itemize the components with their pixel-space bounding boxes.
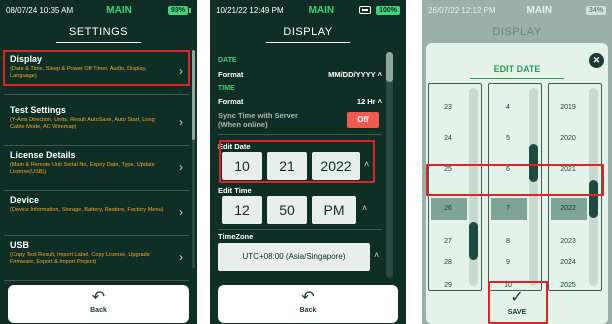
back-button[interactable]: ↶ Back (8, 285, 189, 323)
picker-value: 24 (444, 135, 452, 142)
date-format-row[interactable]: Format MM/DD/YYYY ˄ (218, 70, 382, 79)
status-mode: MAIN (308, 4, 335, 16)
divider (218, 134, 382, 135)
status-bar: 10/21/22 12:49 PM MAIN 100% (210, 0, 406, 20)
chevron-right-icon: › (179, 250, 183, 264)
chevron-up-icon[interactable]: ˄ (374, 250, 379, 260)
picker-value: 4 (506, 104, 510, 111)
chevron-right-icon: › (179, 115, 183, 129)
chevron-right-icon: › (179, 205, 183, 219)
page-title: DISPLAY (492, 26, 542, 38)
date-format-value: MM/DD/YYYY (328, 70, 376, 79)
chevron-right-icon: › (179, 160, 183, 174)
menu-item-license-details[interactable]: License Details (Main & Remote Unit Seri… (4, 146, 189, 191)
picker-value: 9 (506, 259, 510, 266)
picker-value-selected: 2022 (560, 205, 576, 212)
edit-date-screen: 26/07/22 12:12 PM MAIN 34% DISPLAY EDIT … (422, 0, 612, 324)
edit-time-minute[interactable]: 50 (267, 196, 307, 224)
menu-item-subtitle: (Device Information, Storage, Battery, R… (10, 207, 164, 213)
edit-time-ampm[interactable]: PM (312, 196, 356, 224)
title-divider (56, 42, 141, 43)
timezone-select[interactable]: UTC+08:00 (Asia/Singapore) (218, 243, 370, 271)
time-format-label: Format (218, 97, 244, 106)
back-label: Back (299, 307, 317, 314)
save-button[interactable] (488, 281, 548, 324)
modal-title: EDIT DATE (493, 64, 541, 74)
picker-value: 28 (444, 259, 452, 266)
status-time: 10/21/22 12:49 PM (216, 5, 284, 15)
status-mode: MAIN (106, 4, 132, 16)
scrollbar-thumb[interactable] (386, 52, 393, 82)
chevron-up-icon: ˄ (377, 70, 382, 79)
picker-value: 5 (506, 135, 510, 142)
network-icon (359, 6, 372, 14)
section-date: DATE (218, 57, 237, 64)
edit-time-label: Edit Time (218, 186, 252, 195)
status-time: 08/07/24 10:35 AM (6, 5, 74, 15)
title-divider (266, 42, 350, 43)
menu-item-title: USB (10, 240, 30, 250)
page-title: SETTINGS (68, 26, 128, 38)
menu-item-test-settings[interactable]: Test Settings (Y-Axis Direction, Units, … (4, 101, 189, 146)
battery-indicator: 34% (585, 5, 606, 15)
battery-indicator: 100% (376, 5, 400, 15)
back-arrow-icon: ↶ (91, 289, 106, 306)
menu-item-subtitle: (Y-Axis Direction, Units, Result AutoSav… (10, 117, 155, 130)
battery-icon (189, 7, 191, 13)
picker-value: 8 (506, 238, 510, 245)
title-divider (470, 78, 564, 79)
status-time: 26/07/22 12:12 PM (428, 5, 496, 15)
picker-value: 2024 (560, 259, 576, 266)
highlight-box (426, 164, 604, 196)
menu-item-title: Test Settings (10, 105, 66, 115)
divider (218, 229, 382, 230)
battery-indicator: 93% (167, 5, 188, 15)
highlight-box (3, 50, 190, 86)
picker-value: 2020 (560, 135, 576, 142)
picker-value: 23 (444, 104, 452, 111)
chevron-up-icon[interactable]: ˄ (362, 203, 367, 213)
menu-item-device[interactable]: Device (Device Information, Storage, Bat… (4, 191, 189, 236)
time-format-value: 12 Hr (356, 97, 376, 106)
chevron-up-icon: ˄ (377, 97, 382, 106)
menu-item-subtitle: (Main & Remote Unit Serial No, Expiry Da… (10, 162, 155, 175)
section-time: TIME (218, 85, 235, 92)
edit-date-modal: EDIT DATE ✕ 23 24 25 26 27 28 29 4 5 6 7… (426, 43, 608, 324)
picker-value-selected: 7 (506, 205, 510, 212)
picker-value: 2023 (560, 238, 576, 245)
status-bar: 26/07/22 12:12 PM MAIN 34% (422, 0, 612, 20)
back-button[interactable]: ↶ Back (218, 285, 398, 323)
sync-time-label: Sync Time with Server (When online) (218, 111, 298, 129)
menu-item-subtitle: (Copy Test Result, Import Label, Copy Li… (10, 252, 150, 265)
page-title: DISPLAY (283, 26, 333, 38)
scrollbar[interactable] (192, 50, 195, 268)
timezone-label: TimeZone (218, 232, 254, 241)
scrollbar-thumb[interactable] (192, 50, 195, 140)
display-screen: 10/21/22 12:49 PM MAIN 100% DISPLAY DATE… (210, 0, 406, 324)
status-bar: 08/07/24 10:35 AM MAIN 93% (0, 0, 197, 20)
date-format-label: Format (218, 70, 244, 79)
time-format-row[interactable]: Format 12 Hr ˄ (218, 97, 382, 106)
menu-item-title: Device (10, 195, 40, 205)
close-icon[interactable]: ✕ (589, 53, 604, 68)
settings-screen: 08/07/24 10:35 AM MAIN 93% SETTINGS Disp… (0, 0, 197, 324)
back-arrow-icon: ↶ (301, 289, 315, 306)
scrollbar[interactable] (386, 52, 393, 278)
menu-item-usb[interactable]: USB (Copy Test Result, Import Label, Cop… (4, 236, 189, 281)
back-label: Back (90, 307, 107, 314)
picker-value-selected: 26 (444, 205, 452, 212)
highlight-box (219, 140, 375, 183)
scrollbar-thumb[interactable] (469, 222, 478, 260)
picker-value: 2019 (560, 104, 576, 111)
edit-time-hour[interactable]: 12 (222, 196, 262, 224)
sync-time-toggle[interactable]: Off (347, 112, 379, 128)
picker-value: 27 (444, 238, 452, 245)
menu-item-title: License Details (10, 150, 76, 160)
status-mode: MAIN (526, 4, 553, 16)
